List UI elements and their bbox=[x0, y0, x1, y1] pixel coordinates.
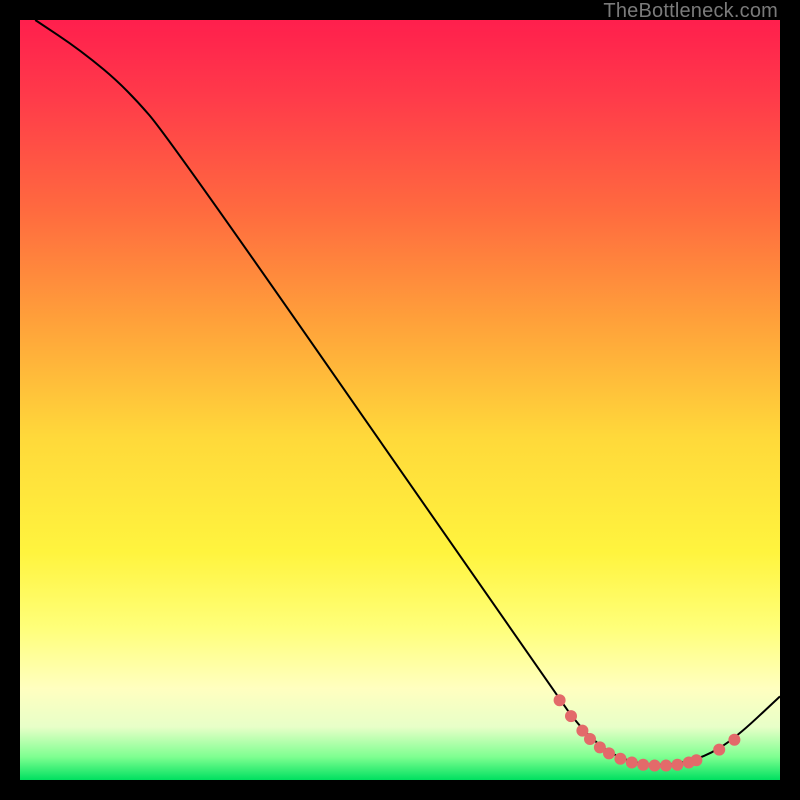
highlight-dot bbox=[637, 759, 649, 771]
highlight-dot bbox=[728, 734, 740, 746]
highlight-dots bbox=[554, 694, 741, 771]
highlight-dot bbox=[713, 744, 725, 756]
highlight-dot bbox=[649, 760, 661, 772]
plot-area bbox=[20, 20, 780, 780]
curve-svg bbox=[20, 20, 780, 780]
highlight-dot bbox=[565, 710, 577, 722]
highlight-dot bbox=[690, 754, 702, 766]
highlight-dot bbox=[626, 757, 638, 769]
highlight-dot bbox=[584, 733, 596, 745]
highlight-dot bbox=[603, 747, 615, 759]
bottleneck-curve bbox=[35, 20, 780, 765]
highlight-dot bbox=[614, 753, 626, 765]
highlight-dot bbox=[660, 760, 672, 772]
highlight-dot bbox=[554, 694, 566, 706]
chart-frame: TheBottleneck.com bbox=[0, 0, 800, 800]
highlight-dot bbox=[671, 759, 683, 771]
